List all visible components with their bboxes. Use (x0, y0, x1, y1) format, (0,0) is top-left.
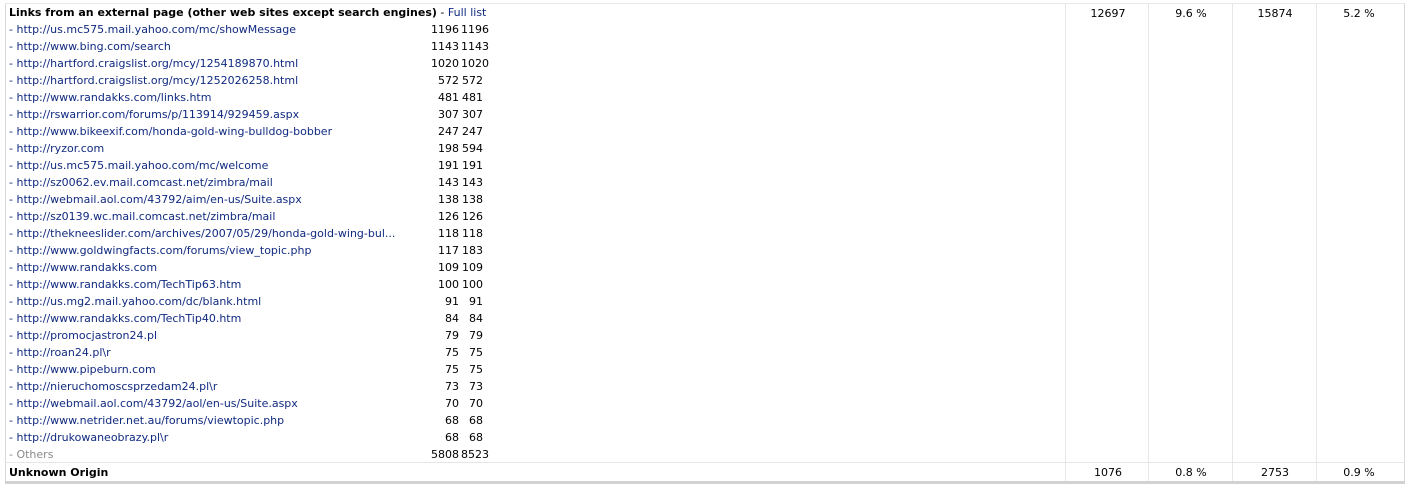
referrer-hits: 91 (469, 295, 483, 308)
referrer-hits: 143 (462, 176, 483, 189)
referrer-url-link[interactable]: - http://us.mc575.mail.yahoo.com/mc/show… (9, 21, 421, 38)
referrer-hits: 73 (469, 380, 483, 393)
referrer-hits: 100 (462, 278, 483, 291)
external-hits-percent: 5.2 % (1343, 7, 1375, 20)
referrer-url-link[interactable]: - http://www.bikeexif.com/honda-gold-win… (9, 123, 421, 140)
referrer-pages: 1020 (431, 57, 459, 70)
referrer-hits: 68 (469, 431, 483, 444)
referrer-url-link[interactable]: - http://www.randakks.com/TechTip40.htm (9, 310, 421, 327)
referrer-hits: 79 (469, 329, 483, 342)
external-pages: 12697 (1090, 7, 1126, 20)
referrer-url-link[interactable]: - http://www.randakks.com/TechTip63.htm (9, 276, 421, 293)
column-divider (1065, 3, 1066, 483)
referrer-hits: 75 (469, 363, 483, 376)
referrer-pages: 73 (445, 380, 459, 393)
referrer-pages: 1196 (431, 23, 459, 36)
referrer-pages: 247 (438, 125, 459, 138)
referrer-hits: 572 (462, 74, 483, 87)
referrer-url-link[interactable]: - http://www.randakks.com (9, 259, 421, 276)
referrer-hits: 84 (469, 312, 483, 325)
referrer-url-link[interactable]: - http://webmail.aol.com/43792/aol/en-us… (9, 395, 421, 412)
referrer-url-link[interactable]: - http://www.randakks.com/links.htm (9, 89, 421, 106)
referrer-hits: 481 (462, 91, 483, 104)
column-divider (1232, 3, 1233, 483)
others-hits: 8523 (461, 448, 489, 461)
referrer-pages: 70 (445, 397, 459, 410)
referrer-url-link[interactable]: - http://roan24.pl\r (9, 344, 421, 361)
referrer-url-link[interactable]: - http://sz0062.ev.mail.comcast.net/zimb… (9, 174, 421, 191)
referrer-url-link[interactable]: - http://drukowaneobrazy.pl\r (9, 429, 421, 446)
external-links-heading: Links from an external page (other web s… (9, 6, 486, 19)
referrer-url-link[interactable]: - http://sz0139.wc.mail.comcast.net/zimb… (9, 208, 421, 225)
table-bottom-border (5, 481, 1405, 484)
referrer-hits: 1143 (461, 40, 489, 53)
referrer-pages: 68 (445, 431, 459, 444)
referrer-url-link[interactable]: - http://us.mg2.mail.yahoo.com/dc/blank.… (9, 293, 421, 310)
referrer-pages: 572 (438, 74, 459, 87)
others-label: - Others (9, 448, 54, 461)
referrer-pages: 75 (445, 363, 459, 376)
referrer-url-link[interactable]: - http://www.goldwingfacts.com/forums/vi… (9, 242, 421, 259)
referrer-hits: 247 (462, 125, 483, 138)
column-divider (1316, 3, 1317, 483)
referrer-pages: 143 (438, 176, 459, 189)
full-list-link[interactable]: Full list (448, 6, 486, 19)
referrer-hits: 1020 (461, 57, 489, 70)
unknown-pages: 1076 (1094, 466, 1122, 479)
referrer-pages: 117 (438, 244, 459, 257)
referrer-pages: 307 (438, 108, 459, 121)
column-divider (1148, 3, 1149, 483)
referrer-hits: 118 (462, 227, 483, 240)
referrer-url-link[interactable]: - http://www.bing.com/search (9, 38, 421, 55)
referrer-pages: 68 (445, 414, 459, 427)
referrer-pages: 118 (438, 227, 459, 240)
referrer-url-link[interactable]: - http://promocjastron24.pl (9, 327, 421, 344)
referrer-pages: 75 (445, 346, 459, 359)
referrer-url-link[interactable]: - http://nieruchomoscsprzedam24.pl\r (9, 378, 421, 395)
referrer-url-link[interactable]: - http://ryzor.com (9, 140, 421, 157)
referrer-hits: 594 (462, 142, 483, 155)
external-pages-percent: 9.6 % (1175, 7, 1207, 20)
referrer-pages: 109 (438, 261, 459, 274)
referrer-pages: 191 (438, 159, 459, 172)
unknown-hits: 2753 (1261, 466, 1289, 479)
referrer-pages: 138 (438, 193, 459, 206)
referrer-pages: 84 (445, 312, 459, 325)
referrer-pages: 100 (438, 278, 459, 291)
referrer-url-link[interactable]: - http://www.pipeburn.com (9, 361, 421, 378)
referrer-hits: 191 (462, 159, 483, 172)
referrer-pages: 198 (438, 142, 459, 155)
referrer-url-link[interactable]: - http://rswarrior.com/forums/p/113914/9… (9, 106, 421, 123)
referrer-url-link[interactable]: - http://hartford.craigslist.org/mcy/125… (9, 72, 421, 89)
referrer-pages: 79 (445, 329, 459, 342)
referrer-pages: 481 (438, 91, 459, 104)
title-separator: - (436, 6, 448, 19)
referrer-hits: 1196 (461, 23, 489, 36)
referrer-hits: 307 (462, 108, 483, 121)
referrer-hits: 138 (462, 193, 483, 206)
referrer-hits: 126 (462, 210, 483, 223)
external-hits: 15874 (1257, 7, 1293, 20)
unknown-origin-label: Unknown Origin (9, 466, 109, 479)
referrer-hits: 183 (462, 244, 483, 257)
referrer-url-link[interactable]: - http://www.netrider.net.au/forums/view… (9, 412, 421, 429)
referrer-pages: 91 (445, 295, 459, 308)
others-pages: 5808 (431, 448, 459, 461)
referrer-url-link[interactable]: - http://webmail.aol.com/43792/aim/en-us… (9, 191, 421, 208)
referrer-pages: 126 (438, 210, 459, 223)
referrer-hits: 70 (469, 397, 483, 410)
referrer-url-link[interactable]: - http://thekneeslider.com/archives/2007… (9, 225, 421, 242)
referrer-hits: 68 (469, 414, 483, 427)
referrer-url-link[interactable]: - http://hartford.craigslist.org/mcy/125… (9, 55, 421, 72)
referrer-pages: 1143 (431, 40, 459, 53)
external-links-title: Links from an external page (other web s… (9, 6, 437, 19)
unknown-hits-percent: 0.9 % (1343, 466, 1375, 479)
unknown-pages-percent: 0.8 % (1175, 466, 1207, 479)
referrer-hits: 75 (469, 346, 483, 359)
referrer-url-link[interactable]: - http://us.mc575.mail.yahoo.com/mc/welc… (9, 157, 421, 174)
referrer-hits: 109 (462, 261, 483, 274)
